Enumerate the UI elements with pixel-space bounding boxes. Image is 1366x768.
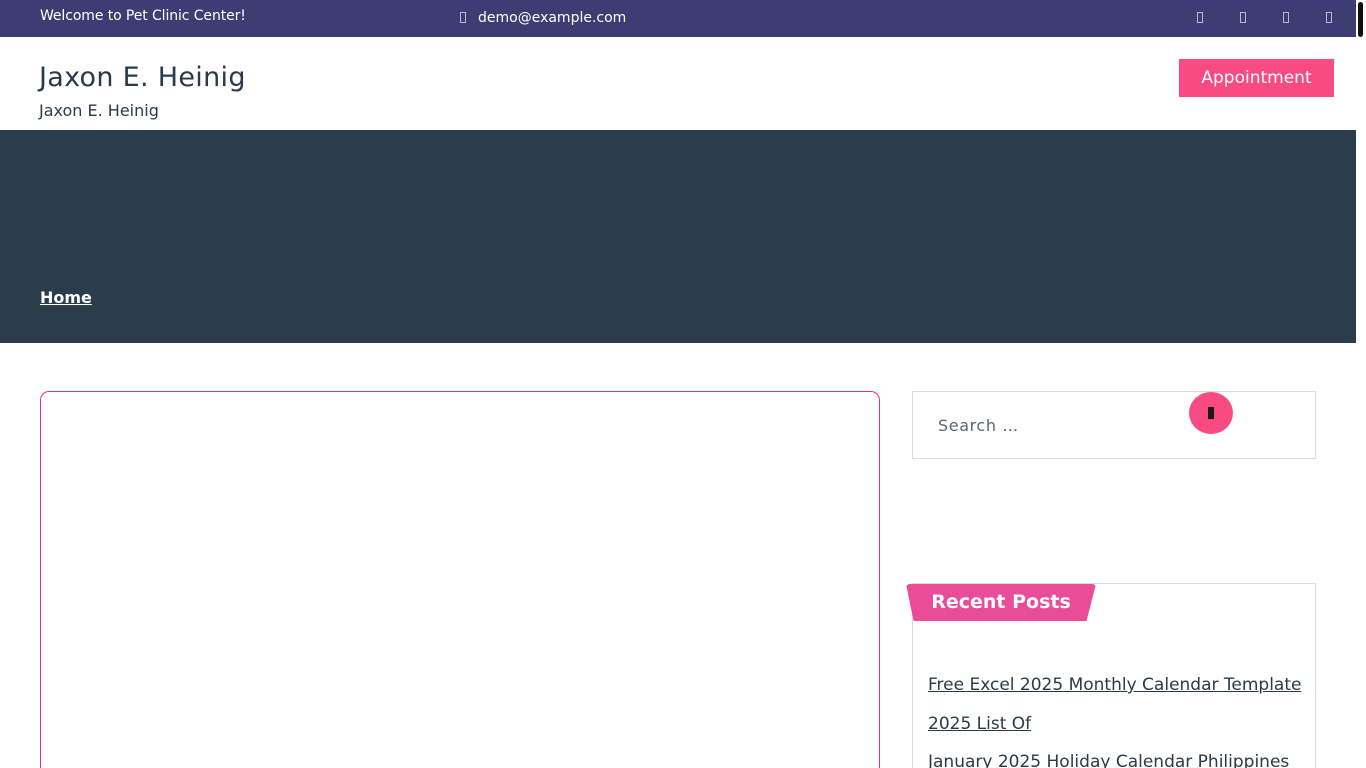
recent-post-link[interactable]: January 2025 Holiday Calendar Philippine… bbox=[928, 752, 1289, 768]
social-icon-2[interactable] bbox=[1240, 12, 1246, 23]
search-icon bbox=[1208, 407, 1214, 419]
social-icon-3[interactable] bbox=[1283, 12, 1289, 23]
top-bar: Welcome to Pet Clinic Center! demo@examp… bbox=[0, 0, 1356, 37]
social-icon-4[interactable] bbox=[1326, 12, 1332, 23]
envelope-icon bbox=[460, 12, 466, 23]
appointment-button[interactable]: Appointment bbox=[1179, 59, 1334, 97]
recent-post-link[interactable]: Free Excel 2025 Monthly Calendar Templat… bbox=[928, 675, 1301, 695]
recent-posts-heading: Recent Posts bbox=[906, 584, 1096, 621]
search-button[interactable] bbox=[1189, 392, 1233, 434]
breadcrumb-home-link[interactable]: Home bbox=[40, 288, 92, 307]
contact-email-link[interactable]: demo@example.com bbox=[478, 10, 626, 26]
scrollbar-thumb[interactable] bbox=[1358, 2, 1363, 37]
site-tagline: Jaxon E. Heinig bbox=[39, 101, 159, 120]
site-title[interactable]: Jaxon E. Heinig bbox=[39, 62, 246, 93]
recent-post-link[interactable]: 2025 List Of bbox=[928, 714, 1031, 734]
post-card bbox=[40, 391, 880, 768]
search-input[interactable]: Search … bbox=[938, 416, 1019, 435]
scrollbar[interactable] bbox=[1356, 0, 1366, 768]
social-icon-1[interactable] bbox=[1197, 12, 1203, 23]
search-widget: Search … bbox=[912, 391, 1316, 459]
page-hero-banner: Home bbox=[0, 130, 1356, 343]
welcome-text: Welcome to Pet Clinic Center! bbox=[40, 8, 246, 24]
